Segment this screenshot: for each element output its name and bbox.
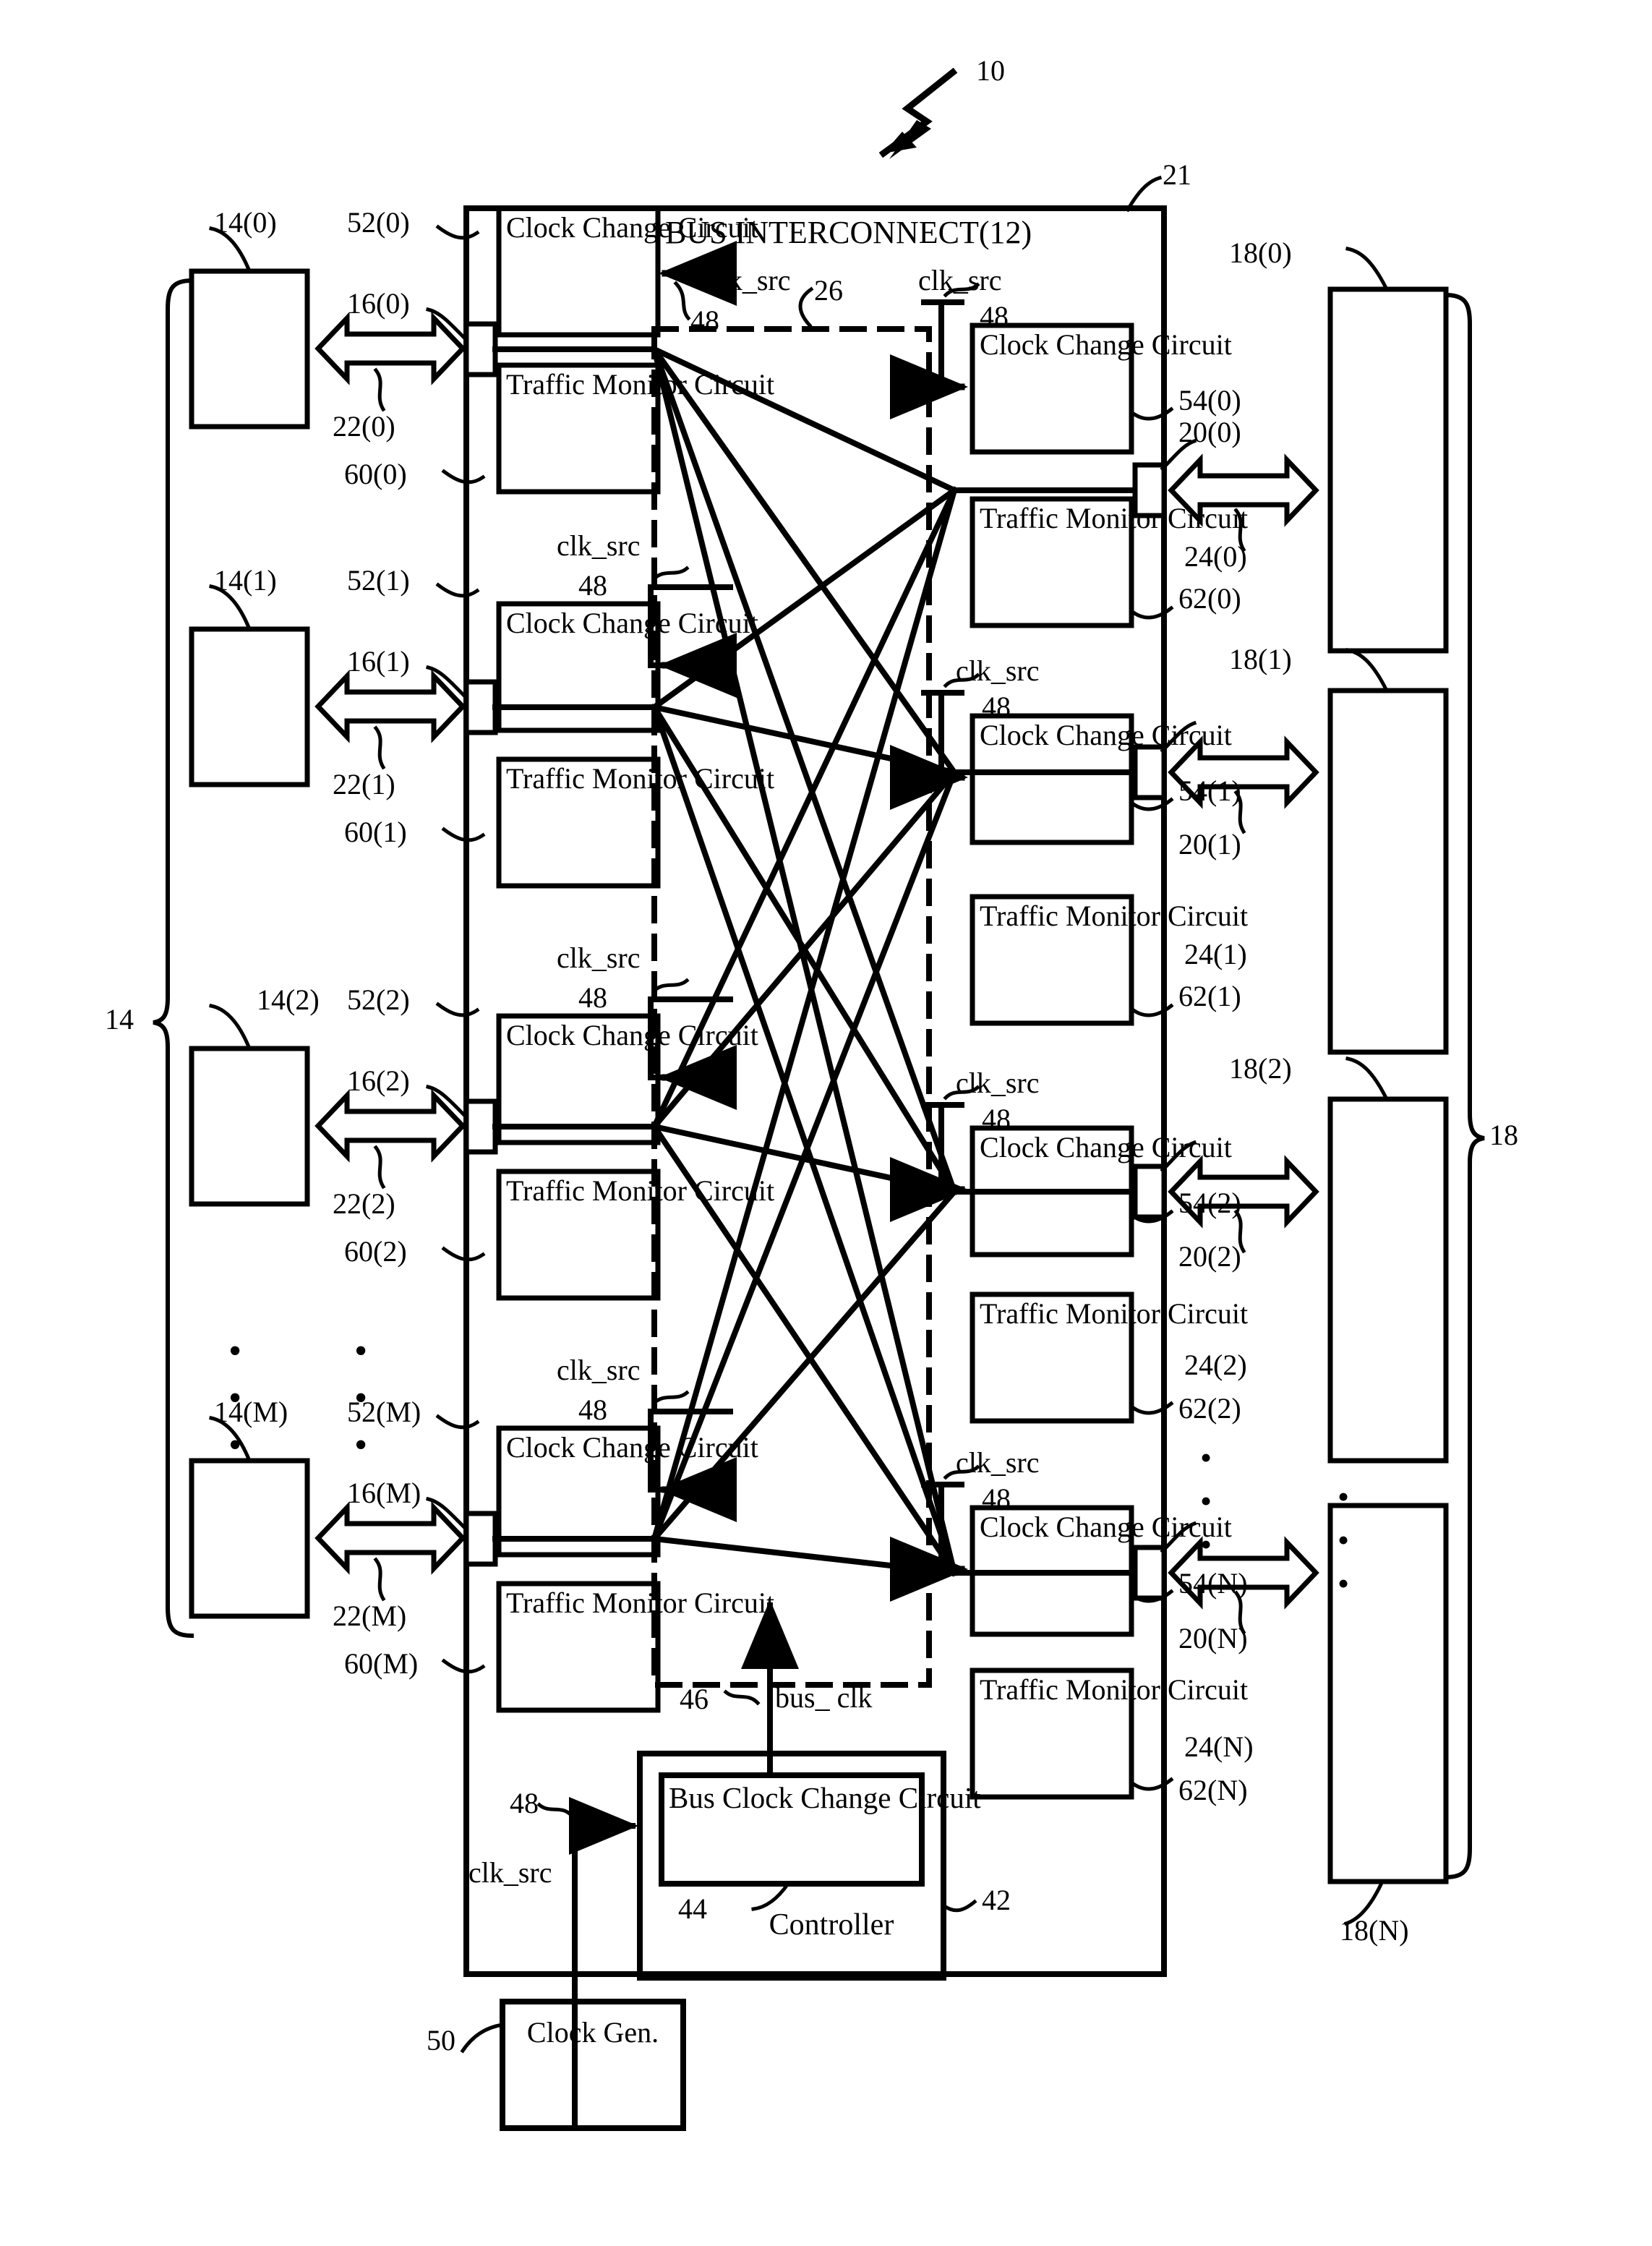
master-0-monitor-ref: 60(0) bbox=[344, 458, 407, 490]
master-3-device-ref: 14(M) bbox=[214, 1396, 288, 1428]
master-0-clock-change-circuit: Clock Change Circuit bbox=[506, 211, 758, 244]
master-1-bus-ref: 22(1) bbox=[333, 768, 395, 800]
slave-1-bus-ref: 24(1) bbox=[1184, 938, 1247, 970]
interconnect-ref: 21 bbox=[1163, 158, 1191, 191]
slave-1-device-ref: 18(1) bbox=[1229, 643, 1292, 675]
slave-3-clk-src-label: clk_src bbox=[956, 1446, 1040, 1479]
master-0-clk-port-ref: 52(0) bbox=[347, 206, 410, 239]
master-0-traffic-monitor-circuit: Traffic Monitor Circuit bbox=[506, 368, 775, 401]
slave-3-clk-port-ref: 54(N) bbox=[1178, 1567, 1248, 1600]
slave-3-monitor-ref: 62(N) bbox=[1178, 1774, 1248, 1806]
master-2-monitor-ref: 60(2) bbox=[344, 1235, 407, 1268]
slaves-brace-label: 18 bbox=[1489, 1119, 1518, 1151]
slave-2-clk-port-ref: 54(2) bbox=[1178, 1187, 1241, 1219]
slave-1-clk-src-label: clk_src bbox=[956, 654, 1040, 687]
masters-brace-label: 14 bbox=[105, 1003, 134, 1036]
slave-3-bus-ref: 24(N) bbox=[1184, 1730, 1254, 1763]
slave-3-clk-src-ref: 48 bbox=[982, 1482, 1011, 1515]
clock-gen-ref: 50 bbox=[427, 2024, 455, 2057]
master-3-clk-src-ref: 48 bbox=[578, 1393, 607, 1426]
master-refs-ellipsis: • • • bbox=[354, 1331, 368, 1466]
figure-ref: 10 bbox=[976, 54, 1005, 87]
bus-clock-change-ref: 44 bbox=[678, 1892, 707, 1925]
master-0-port-ref: 16(0) bbox=[347, 287, 410, 320]
slave-refs-ellipsis: • • • bbox=[1200, 1439, 1212, 1563]
master-2-device-ref: 14(2) bbox=[257, 983, 320, 1016]
controller-clk-src-ref: 48 bbox=[510, 1787, 539, 1819]
master-2-clk-src-ref: 48 bbox=[578, 981, 607, 1014]
master-3-clk-src-label: clk_src bbox=[557, 1354, 641, 1386]
controller-ref: 42 bbox=[982, 1884, 1011, 1916]
controller-clk-src-label: clk_src bbox=[468, 1856, 552, 1889]
slave-2-device-ref: 18(2) bbox=[1229, 1052, 1292, 1085]
patent-figure: 10 BUS INTERCONNECT(12) 21 26 14 18 14(0… bbox=[0, 0, 1652, 2246]
slave-1-clk-port-ref: 54(1) bbox=[1178, 774, 1241, 807]
master-2-clk-port-ref: 52(2) bbox=[347, 983, 410, 1016]
slave-3-traffic-monitor-circuit: Traffic Monitor Circuit bbox=[980, 1673, 1249, 1706]
master-1-clk-src-ref: 48 bbox=[578, 569, 607, 602]
master-2-port-ref: 16(2) bbox=[347, 1064, 410, 1097]
master-2-bus-ref: 22(2) bbox=[333, 1187, 395, 1220]
masters-ellipsis: • • • bbox=[228, 1331, 242, 1466]
master-1-clock-change-circuit: Clock Change Circuit bbox=[506, 607, 758, 639]
slave-0-monitor-ref: 62(0) bbox=[1178, 582, 1241, 615]
clock-gen-label: Clock Gen. bbox=[526, 2016, 659, 2049]
slave-1-monitor-ref: 62(1) bbox=[1178, 980, 1241, 1012]
slave-0-clk-port-ref: 54(0) bbox=[1178, 384, 1241, 417]
master-1-device-ref: 14(1) bbox=[214, 564, 277, 597]
master-3-monitor-ref: 60(M) bbox=[344, 1647, 419, 1680]
master-1-clk-src-label: clk_src bbox=[557, 529, 641, 562]
master-3-clock-change-circuit: Clock Change Circuit bbox=[506, 1431, 758, 1464]
master-2-traffic-monitor-circuit: Traffic Monitor Circuit bbox=[506, 1174, 775, 1207]
bus-clock-change-circuit: Bus Clock Change Circuit bbox=[669, 1781, 981, 1814]
slave-0-device-ref: 18(0) bbox=[1229, 236, 1292, 269]
master-1-port-ref: 16(1) bbox=[347, 645, 410, 678]
slave-2-bus-ref: 24(2) bbox=[1184, 1349, 1247, 1381]
slave-0-bus-ref: 24(0) bbox=[1184, 540, 1247, 573]
master-2-clk-src-label: clk_src bbox=[557, 941, 641, 974]
slave-2-port-ref: 20(2) bbox=[1178, 1240, 1241, 1273]
slave-2-traffic-monitor-circuit: Traffic Monitor Circuit bbox=[980, 1297, 1249, 1330]
slave-1-port-ref: 20(1) bbox=[1178, 828, 1241, 861]
master-3-bus-ref: 22(M) bbox=[333, 1600, 407, 1632]
crossbar-ref: 26 bbox=[814, 274, 843, 307]
slave-1-clock-change-circuit: Clock Change Circuit bbox=[980, 719, 1232, 751]
master-3-traffic-monitor-circuit: Traffic Monitor Circuit bbox=[506, 1587, 775, 1619]
master-2-clock-change-circuit: Clock Change Circuit bbox=[506, 1019, 758, 1051]
master-1-traffic-monitor-circuit: Traffic Monitor Circuit bbox=[506, 762, 775, 795]
slave-0-clk-src-label: clk_src bbox=[918, 264, 1002, 296]
slave-2-monitor-ref: 62(2) bbox=[1178, 1392, 1241, 1425]
slave-2-clk-src-label: clk_src bbox=[956, 1067, 1040, 1099]
controller-label: Controller bbox=[769, 1908, 894, 1942]
slave-1-traffic-monitor-circuit: Traffic Monitor Circuit bbox=[980, 900, 1249, 932]
slave-1-clk-src-ref: 48 bbox=[982, 691, 1011, 723]
bus-clk-ref: 46 bbox=[680, 1683, 709, 1715]
master-0-clk-src-ref: 48 bbox=[690, 304, 719, 337]
slave-2-clock-change-circuit: Clock Change Circuit bbox=[980, 1131, 1232, 1163]
slave-2-clk-src-ref: 48 bbox=[982, 1103, 1011, 1135]
slaves-ellipsis: • • • bbox=[1338, 1478, 1350, 1602]
slave-0-clk-src-ref: 48 bbox=[980, 300, 1009, 333]
slave-3-device-ref: 18(N) bbox=[1340, 1914, 1409, 1947]
figure-ref-leader bbox=[878, 67, 958, 159]
master-3-port-ref: 16(M) bbox=[347, 1477, 421, 1509]
slave-0-clock-change-circuit: Clock Change Circuit bbox=[980, 328, 1232, 361]
master-0-clk-src-label: clk_src bbox=[707, 264, 791, 296]
master-0-bus-ref: 22(0) bbox=[333, 410, 395, 443]
slave-0-traffic-monitor-circuit: Traffic Monitor Circuit bbox=[980, 502, 1249, 534]
slave-0-port-ref: 20(0) bbox=[1178, 416, 1241, 448]
master-1-monitor-ref: 60(1) bbox=[344, 816, 407, 848]
bus-clk-label: bus_ clk bbox=[775, 1681, 873, 1714]
slave-3-clock-change-circuit: Clock Change Circuit bbox=[980, 1511, 1232, 1543]
slave-3-port-ref: 20(N) bbox=[1178, 1622, 1248, 1654]
master-1-clk-port-ref: 52(1) bbox=[347, 564, 410, 597]
master-0-device-ref: 14(0) bbox=[214, 206, 277, 239]
